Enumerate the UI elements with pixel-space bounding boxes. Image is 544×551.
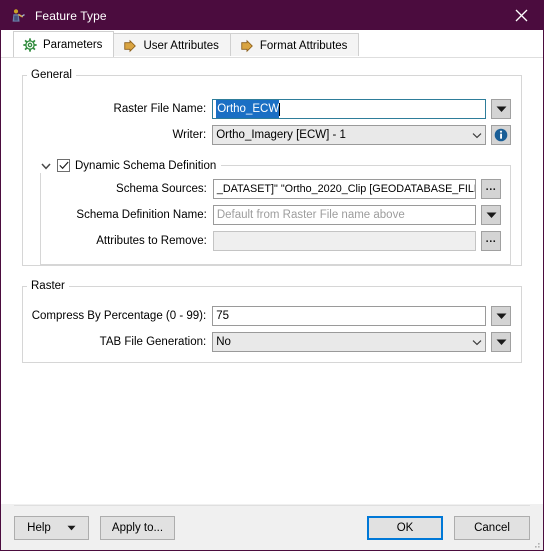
cancel-button-label: Cancel	[474, 521, 510, 534]
schema-definition-name-input[interactable]: Default from Raster File name above	[212, 205, 476, 225]
tab-file-generation-dropdown-button[interactable]	[491, 332, 511, 352]
apply-to-button[interactable]: Apply to...	[100, 515, 175, 540]
chevron-down-icon[interactable]	[40, 160, 52, 172]
compress-by-percentage-row: Compress By Percentage (0 - 99): 75	[23, 306, 511, 326]
help-button[interactable]: Help	[14, 515, 89, 540]
checkmark-icon	[58, 161, 69, 170]
compress-by-percentage-dropdown-button[interactable]	[491, 306, 511, 326]
close-icon[interactable]	[499, 1, 543, 30]
feature-type-dialog: Feature Type Parameters User Attributes …	[0, 0, 544, 551]
resize-grip-icon[interactable]	[529, 537, 541, 549]
attributes-to-remove-input	[212, 231, 476, 251]
fme-feature-type-icon	[12, 8, 25, 22]
tab-format-attributes-label: Format Attributes	[259, 39, 348, 52]
raster-group: Raster Compress By Percentage (0 - 99): …	[22, 280, 522, 363]
dialog-footer: Help Apply to... OK Cancel	[1, 504, 543, 550]
tab-format-attributes[interactable]: Format Attributes	[229, 33, 360, 57]
cancel-button[interactable]: Cancel	[454, 515, 530, 540]
writer-info-button[interactable]	[491, 125, 511, 145]
chevron-down-icon	[472, 132, 482, 138]
schema-sources-input[interactable]: _DATASET]" "Ortho_2020_Clip [GEODATABASE…	[212, 179, 476, 199]
chevron-down-icon	[496, 313, 506, 319]
raster-group-legend: Raster	[31, 280, 65, 292]
attributes-to-remove-browse-button[interactable]: ...	[481, 231, 501, 251]
orange-arrow-icon	[124, 39, 137, 52]
schema-sources-label: Schema Sources:	[116, 183, 207, 195]
text-caret	[279, 102, 281, 116]
ellipsis-icon: ...	[485, 232, 497, 245]
ellipsis-icon: ...	[485, 180, 497, 193]
compress-by-percentage-label: Compress By Percentage (0 - 99):	[31, 310, 207, 322]
close-glyph	[515, 9, 527, 22]
tab-file-generation-combobox[interactable]: No	[212, 332, 486, 352]
tab-file-generation-value: No	[216, 336, 231, 348]
raster-file-name-input[interactable]: Ortho_ECW	[212, 99, 486, 119]
writer-label: Writer:	[172, 129, 207, 141]
writer-value: Ortho_Imagery [ECW] - 1	[216, 129, 346, 141]
dialog-content: Parameters User Attributes Format Attrib…	[1, 30, 543, 504]
schema-sources-value: _DATASET]" "Ortho_2020_Clip [GEODATABASE…	[216, 183, 476, 195]
schema-definition-name-row: Schema Definition Name: Default from Ras…	[41, 205, 501, 225]
schema-sources-row: Schema Sources: _DATASET]" "Ortho_2020_C…	[41, 179, 501, 199]
general-group-legend: General	[31, 69, 72, 81]
tab-user-attributes[interactable]: User Attributes	[113, 33, 231, 57]
tab-file-generation-row: TAB File Generation: No	[23, 332, 511, 352]
general-group: General Raster File Name: Ortho_ECW Writ…	[22, 69, 522, 266]
attributes-to-remove-label: Attributes to Remove:	[96, 235, 207, 247]
tab-file-generation-label: TAB File Generation:	[99, 336, 207, 348]
compress-by-percentage-value: 75	[216, 310, 229, 322]
raster-file-name-dropdown-button[interactable]	[491, 99, 511, 119]
schema-definition-name-placeholder: Default from Raster File name above	[216, 209, 405, 221]
chevron-down-icon	[472, 339, 482, 345]
writer-row: Writer: Ortho_Imagery [ECW] - 1	[23, 125, 511, 145]
dynamic-schema-group: Schema Sources: _DATASET]" "Ortho_2020_C…	[40, 165, 511, 265]
parameters-panel: General Raster File Name: Ortho_ECW Writ…	[1, 57, 543, 504]
raster-file-name-row: Raster File Name: Ortho_ECW	[23, 99, 511, 119]
raster-file-name-value: Ortho_ECW	[216, 100, 280, 118]
attributes-to-remove-row: Attributes to Remove: ...	[41, 231, 501, 251]
raster-file-name-label: Raster File Name:	[113, 103, 207, 115]
tab-strip: Parameters User Attributes Format Attrib…	[1, 30, 543, 57]
apply-to-button-label: Apply to...	[111, 521, 164, 534]
footer-divider	[14, 505, 530, 506]
ok-button[interactable]: OK	[367, 515, 443, 540]
schema-sources-browse-button[interactable]: ...	[481, 179, 501, 199]
chevron-down-icon	[496, 106, 506, 112]
chevron-down-icon	[486, 212, 496, 218]
gear-icon	[23, 37, 37, 52]
orange-arrow-icon	[241, 39, 253, 52]
tab-parameters-label: Parameters	[43, 38, 103, 51]
compress-by-percentage-input[interactable]: 75	[212, 306, 486, 326]
chevron-down-icon	[496, 339, 506, 345]
ok-button-label: OK	[396, 521, 414, 534]
dynamic-schema-checkbox[interactable]	[57, 159, 70, 172]
schema-definition-name-dropdown-button[interactable]	[481, 205, 501, 225]
help-button-label: Help	[27, 521, 51, 534]
schema-definition-name-label: Schema Definition Name:	[76, 209, 207, 221]
caret-down-icon	[67, 525, 76, 530]
title-bar: Feature Type	[1, 1, 543, 30]
dynamic-schema-header[interactable]: Dynamic Schema Definition	[40, 158, 222, 173]
window-title: Feature Type	[35, 8, 107, 23]
info-icon	[494, 128, 508, 142]
tab-parameters[interactable]: Parameters	[13, 31, 115, 57]
tab-user-attributes-label: User Attributes	[143, 39, 219, 52]
writer-combobox[interactable]: Ortho_Imagery [ECW] - 1	[212, 125, 486, 145]
dynamic-schema-label: Dynamic Schema Definition	[75, 159, 217, 172]
